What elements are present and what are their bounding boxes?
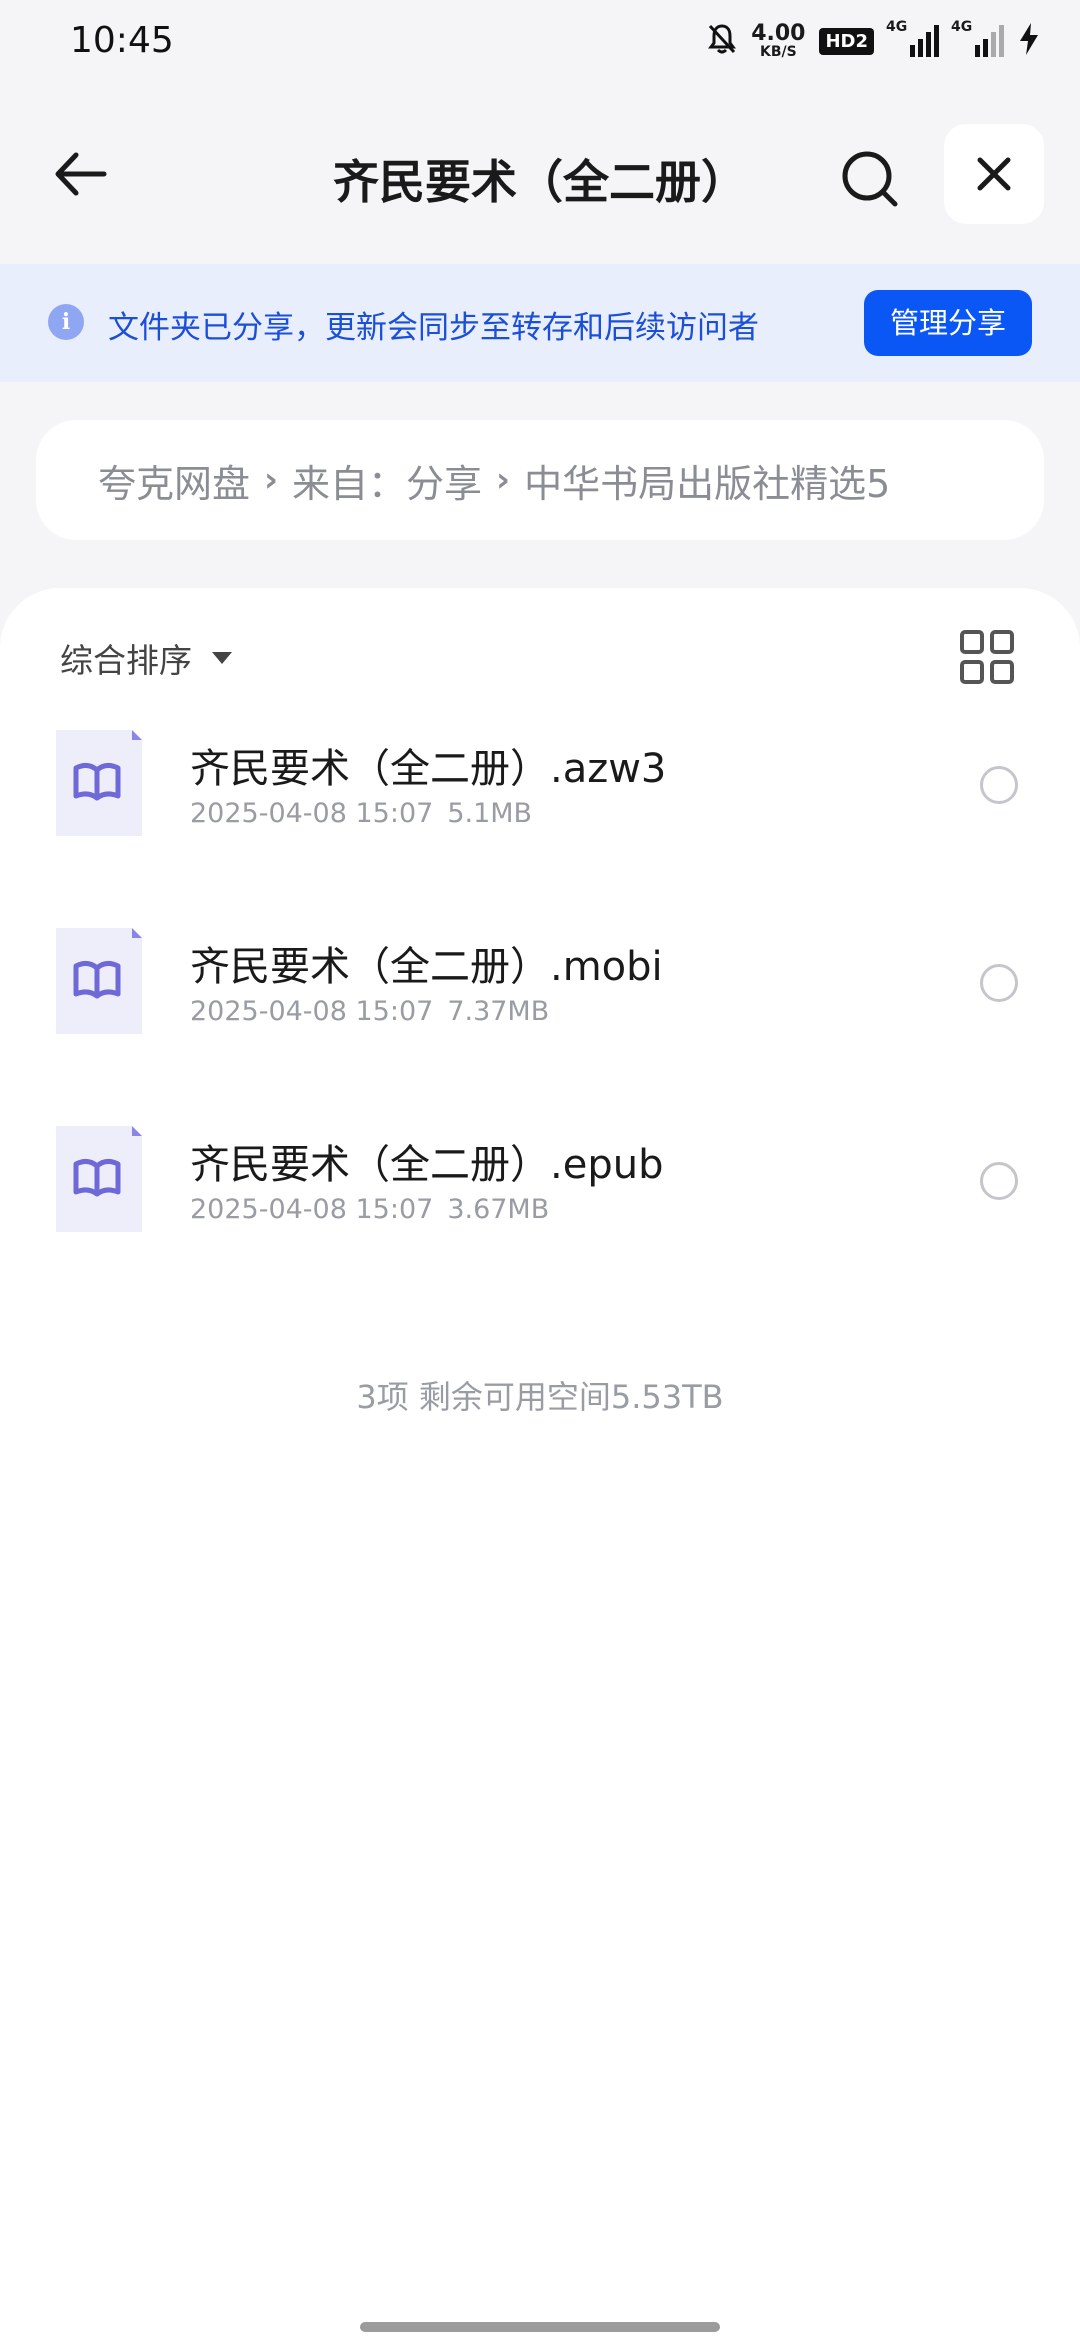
ebook-icon	[52, 1124, 144, 1234]
file-date: 2025-04-08 15:07	[190, 798, 434, 829]
file-row[interactable]: 齐民要术（全二册）.epub 2025-04-08 15:07 3.67MB	[0, 1094, 1080, 1292]
home-indicator[interactable]	[360, 2322, 720, 2332]
select-radio[interactable]	[980, 1162, 1018, 1200]
ebook-icon	[52, 728, 144, 838]
chevron-right-icon: ›	[264, 460, 279, 500]
arrow-left-icon	[55, 152, 107, 196]
status-bar: 10:45 4.00 KB/S HD2 4G 4G	[0, 0, 1080, 84]
breadcrumb: 夸克网盘 › 来自：分享 › 中华书局出版社精选5	[36, 420, 1044, 540]
close-icon	[977, 157, 1011, 191]
file-meta: 2025-04-08 15:07 7.37MB	[190, 996, 549, 1027]
file-list: 齐民要术（全二册）.azw3 2025-04-08 15:07 5.1MB 齐民要…	[0, 698, 1080, 1292]
charging-icon	[1018, 22, 1040, 60]
caret-down-icon	[212, 652, 232, 664]
ebook-icon	[52, 926, 144, 1036]
file-name: 齐民要术（全二册）.epub	[190, 1142, 664, 1188]
manage-share-button[interactable]: 管理分享	[864, 290, 1032, 356]
share-info-banner: i 文件夹已分享，更新会同步至转存和后续访问者 管理分享	[0, 264, 1080, 382]
file-size: 3.67MB	[447, 1194, 550, 1225]
breadcrumb-item-root[interactable]: 夸克网盘	[98, 453, 250, 508]
file-meta: 2025-04-08 15:07 5.1MB	[190, 798, 532, 829]
select-radio[interactable]	[980, 766, 1018, 804]
page-title: 齐民要术（全二册）	[333, 155, 747, 209]
close-button[interactable]	[944, 124, 1044, 224]
grid-view-icon	[960, 630, 1014, 684]
file-meta: 2025-04-08 15:07 3.67MB	[190, 1194, 549, 1225]
file-row[interactable]: 齐民要术（全二册）.azw3 2025-04-08 15:07 5.1MB	[0, 698, 1080, 896]
top-app-bar: 齐民要术（全二册）	[0, 84, 1080, 264]
hd-voice-icon: HD2	[819, 27, 874, 55]
back-button[interactable]	[40, 134, 120, 214]
mute-bell-icon	[707, 23, 737, 59]
search-icon	[842, 151, 898, 207]
file-row[interactable]: 齐民要术（全二册）.mobi 2025-04-08 15:07 7.37MB	[0, 896, 1080, 1094]
status-time: 10:45	[70, 20, 174, 61]
screen: 10:45 4.00 KB/S HD2 4G 4G 齐民要术（全二册） i 文件…	[0, 0, 1080, 2340]
file-date: 2025-04-08 15:07	[190, 996, 434, 1027]
search-button[interactable]	[830, 139, 910, 219]
banner-message: 文件夹已分享，更新会同步至转存和后续访问者	[108, 310, 759, 346]
signal-icon: 4G	[951, 19, 1004, 57]
file-date: 2025-04-08 15:07	[190, 1194, 434, 1225]
file-size: 5.1MB	[447, 798, 533, 829]
status-icons: 4.00 KB/S HD2 4G 4G	[707, 18, 1040, 64]
network-speed: 4.00 KB/S	[751, 21, 806, 60]
file-name: 齐民要术（全二册）.azw3	[190, 746, 667, 792]
breadcrumb-item-folder[interactable]: 中华书局出版社精选5	[524, 453, 890, 508]
select-radio[interactable]	[980, 964, 1018, 1002]
storage-summary: 3项 剩余可用空间5.53TB	[356, 1378, 724, 1416]
signal-icon: 4G	[886, 19, 939, 57]
grid-view-button[interactable]	[958, 628, 1016, 686]
sort-label: 综合排序	[60, 641, 192, 680]
file-name: 齐民要术（全二册）.mobi	[190, 944, 663, 990]
breadcrumb-item-shared[interactable]: 来自：分享	[292, 453, 482, 508]
file-size: 7.37MB	[447, 996, 550, 1027]
chevron-right-icon: ›	[496, 460, 511, 500]
sort-dropdown[interactable]: 综合排序	[60, 634, 232, 682]
file-list-panel: 综合排序 齐民要术（全二册）.azw3 2025-04-08 15:07 5.1…	[0, 588, 1080, 2340]
info-icon: i	[48, 304, 84, 340]
